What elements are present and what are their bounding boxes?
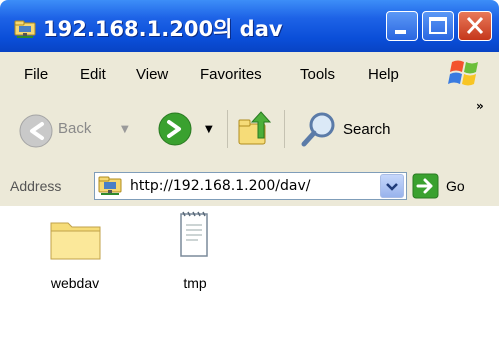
search-label: Search <box>343 121 391 138</box>
document-icon[interactable] <box>178 211 212 261</box>
network-folder-icon <box>14 20 36 38</box>
address-dropdown-button[interactable] <box>380 174 404 198</box>
menu-file[interactable]: File <box>24 66 48 83</box>
up-folder-icon <box>238 111 272 145</box>
toolbar-separator <box>227 110 228 148</box>
menu-view[interactable]: View <box>136 66 168 83</box>
window-title: 192.168.1.200의 dav <box>43 17 283 41</box>
explorer-window: 192.168.1.200의 dav File Edit View Favori… <box>0 0 499 339</box>
address-label: Address <box>10 178 62 194</box>
go-arrow-icon[interactable] <box>412 173 439 199</box>
toolbar-overflow[interactable]: » <box>476 99 484 113</box>
folder-icon[interactable] <box>48 215 104 263</box>
maximize-icon <box>429 17 447 34</box>
minimize-button[interactable] <box>386 11 418 41</box>
go-button[interactable]: Go <box>446 178 465 194</box>
address-value[interactable]: http://192.168.1.200/dav/ <box>130 178 311 194</box>
minimize-icon <box>395 30 406 34</box>
search-icon <box>301 112 335 147</box>
forward-arrow-icon <box>158 112 192 146</box>
forward-dropdown-icon[interactable]: ▼ <box>205 124 213 135</box>
back-dropdown-icon[interactable]: ▼ <box>121 124 129 135</box>
toolbar-separator <box>284 110 285 148</box>
file-item-label[interactable]: tmp <box>150 275 240 291</box>
close-button[interactable] <box>458 11 492 41</box>
close-icon <box>466 16 484 35</box>
network-folder-icon <box>98 176 122 195</box>
back-label: Back <box>58 120 92 137</box>
maximize-button[interactable] <box>422 11 454 41</box>
chevron-down-icon <box>386 183 398 191</box>
windows-logo-icon <box>448 60 478 86</box>
back-arrow-icon <box>19 114 53 148</box>
menu-help[interactable]: Help <box>368 66 399 83</box>
menu-tools[interactable]: Tools <box>300 66 335 83</box>
menu-favorites[interactable]: Favorites <box>200 66 262 83</box>
menu-edit[interactable]: Edit <box>80 66 106 83</box>
file-item-label[interactable]: webdav <box>30 275 120 291</box>
